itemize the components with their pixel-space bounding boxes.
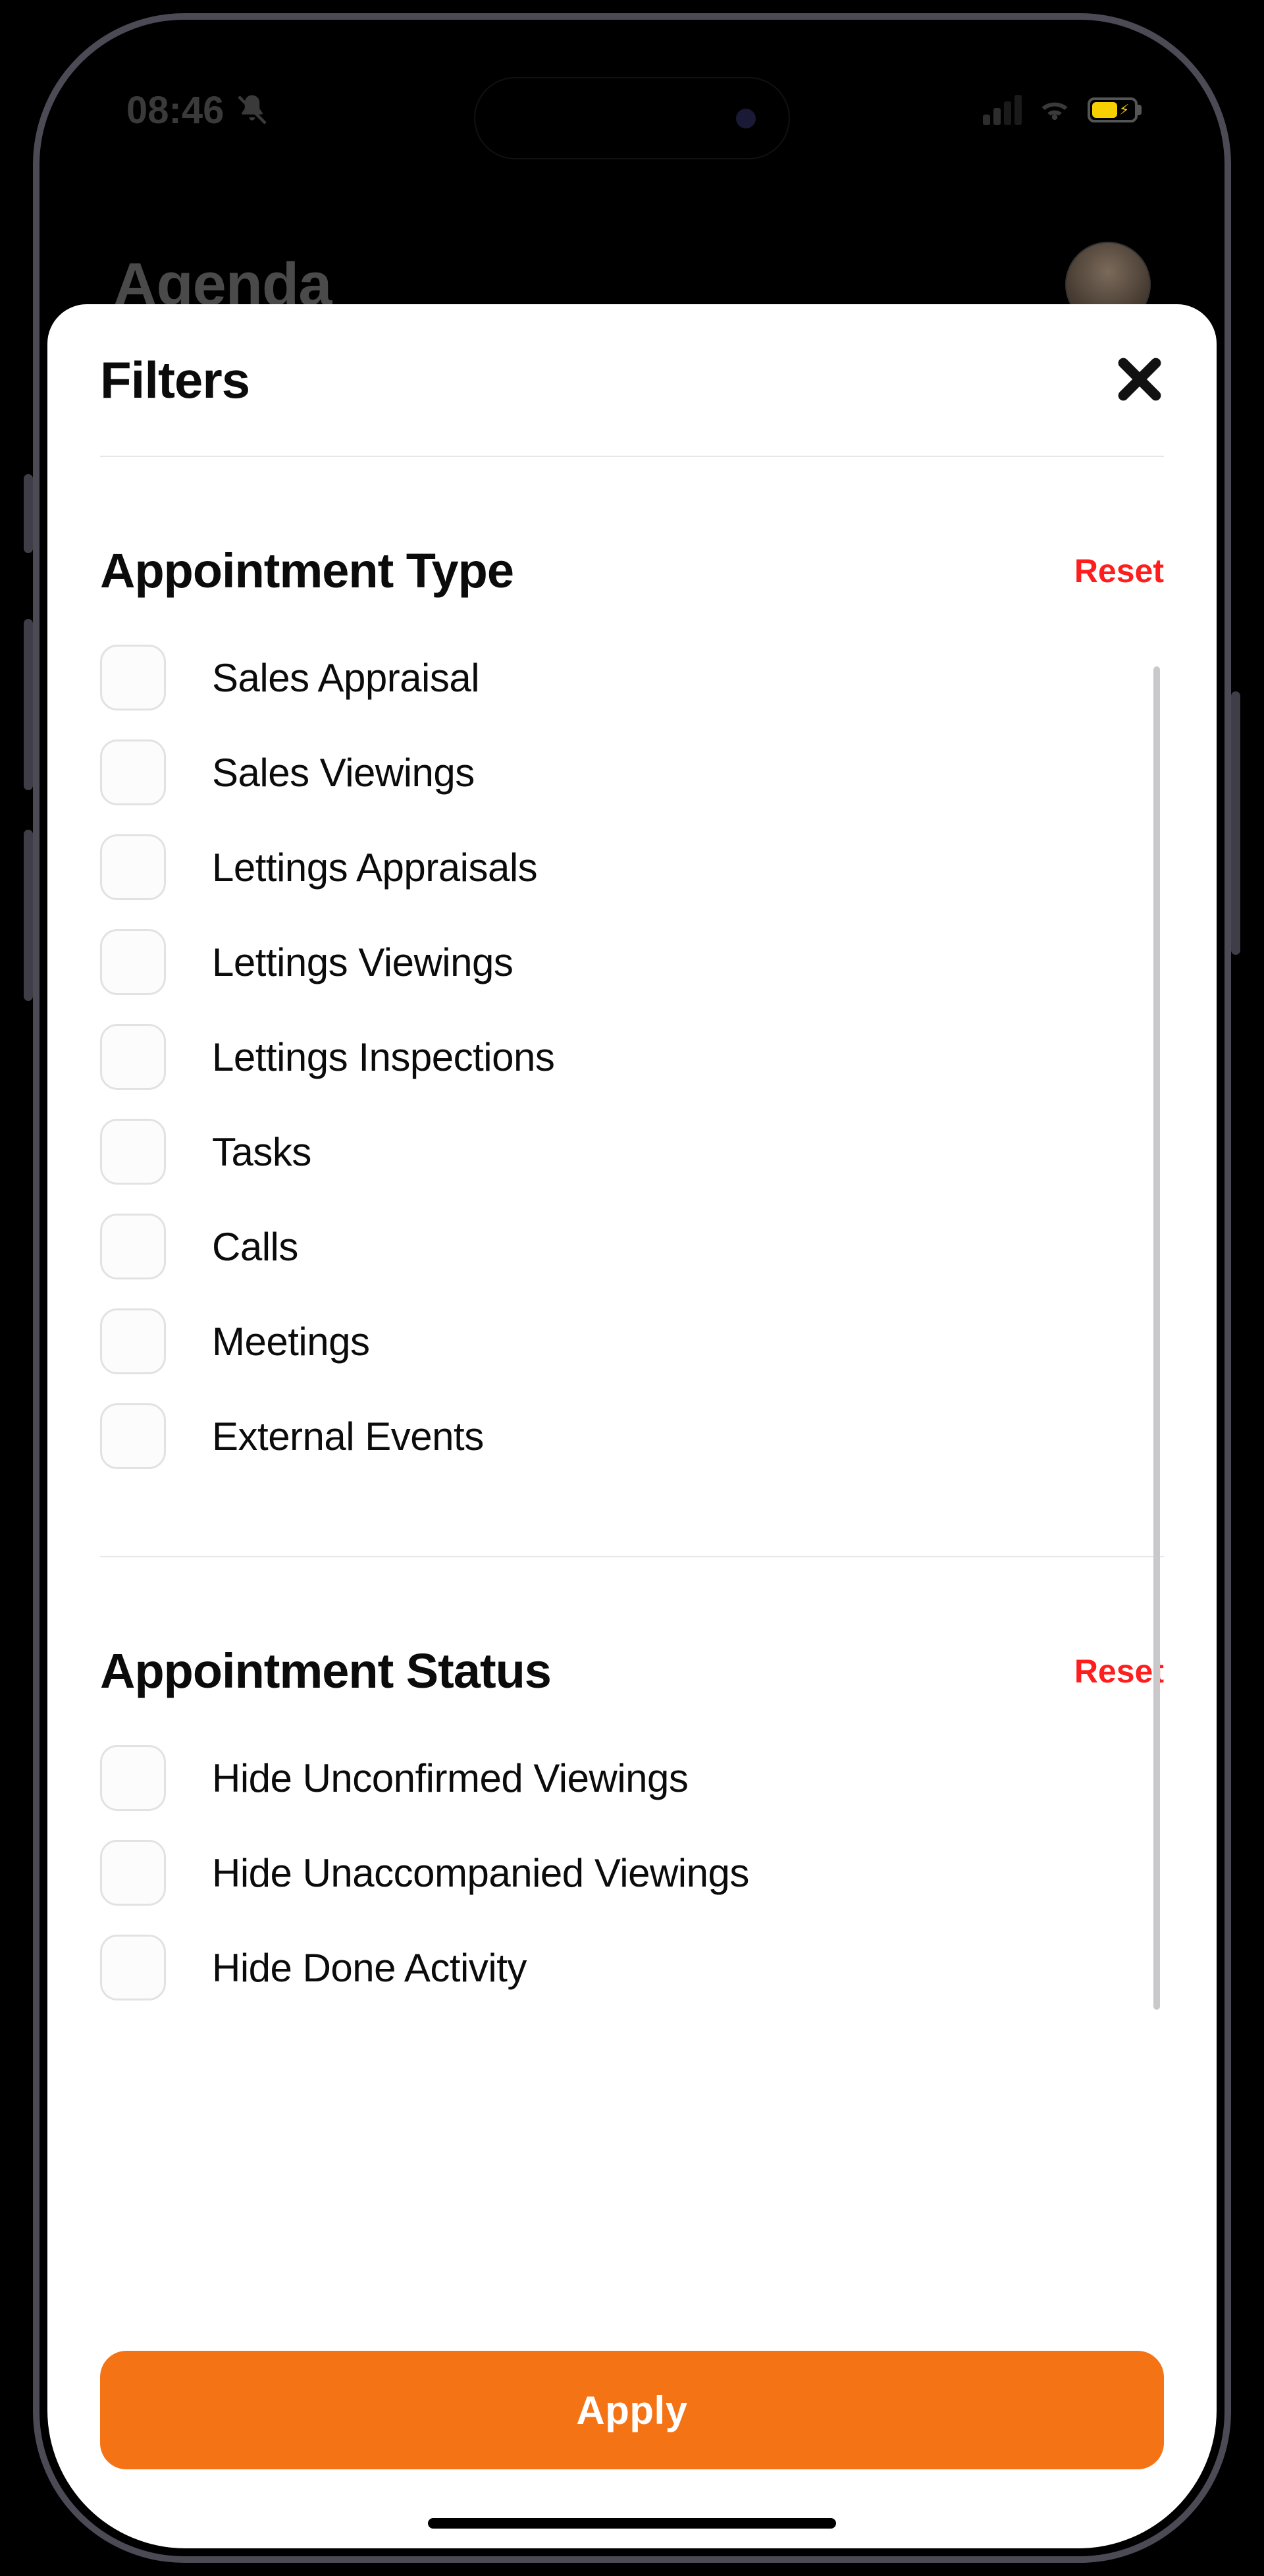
checkbox[interactable]: [100, 1214, 166, 1279]
option-label: Sales Appraisal: [212, 655, 479, 701]
option-label: Hide Unconfirmed Viewings: [212, 1756, 688, 1801]
checkbox[interactable]: [100, 1024, 166, 1090]
phone-volume-up: [24, 619, 33, 790]
section-header: Appointment Type Reset: [100, 543, 1164, 599]
charging-bolt-icon: ⚡︎: [1119, 101, 1129, 119]
option-label: Calls: [212, 1224, 298, 1270]
phone-screen: 08:46 ⚡︎ Agenda: [47, 28, 1217, 2548]
option-label: Tasks: [212, 1129, 311, 1175]
close-button[interactable]: [1115, 355, 1164, 406]
option-label: Lettings Viewings: [212, 940, 513, 985]
sheet-header: Filters: [100, 304, 1164, 456]
option-row[interactable]: Tasks: [100, 1104, 1164, 1199]
option-row[interactable]: Hide Done Activity: [100, 1920, 1164, 2015]
option-row[interactable]: Meetings: [100, 1294, 1164, 1389]
phone-volume-down: [24, 830, 33, 1001]
option-list: Hide Unconfirmed Viewings Hide Unaccompa…: [100, 1731, 1164, 2015]
option-row[interactable]: Hide Unaccompanied Viewings: [100, 1825, 1164, 1920]
option-row[interactable]: Calls: [100, 1199, 1164, 1294]
option-label: Meetings: [212, 1319, 369, 1364]
apply-bar: Apply: [100, 2324, 1164, 2548]
checkbox[interactable]: [100, 1935, 166, 2000]
silent-mode-icon: [234, 92, 270, 128]
section-title: Appointment Type: [100, 543, 514, 599]
option-label: Hide Done Activity: [212, 1945, 527, 1991]
checkbox[interactable]: [100, 1308, 166, 1374]
apply-button[interactable]: Apply: [100, 2351, 1164, 2469]
close-icon: [1115, 355, 1164, 404]
checkbox[interactable]: [100, 1745, 166, 1811]
checkbox[interactable]: [100, 929, 166, 995]
checkbox[interactable]: [100, 1403, 166, 1469]
status-right: ⚡︎: [983, 95, 1138, 125]
option-row[interactable]: Lettings Inspections: [100, 1009, 1164, 1104]
option-row[interactable]: Hide Unconfirmed Viewings: [100, 1731, 1164, 1825]
option-list: Sales Appraisal Sales Viewings Lettings …: [100, 630, 1164, 1484]
phone-frame: 08:46 ⚡︎ Agenda: [33, 13, 1231, 2563]
home-indicator[interactable]: [428, 2518, 836, 2529]
option-row[interactable]: Sales Viewings: [100, 725, 1164, 820]
option-label: Sales Viewings: [212, 750, 475, 795]
checkbox[interactable]: [100, 645, 166, 711]
option-row[interactable]: Lettings Viewings: [100, 915, 1164, 1009]
checkbox[interactable]: [100, 1840, 166, 1906]
section-appointment-status: Appointment Status Reset Hide Unconfirme…: [100, 1557, 1164, 2015]
checkbox[interactable]: [100, 834, 166, 900]
option-label: Lettings Inspections: [212, 1034, 554, 1080]
reset-button[interactable]: Reset: [1074, 552, 1164, 590]
sheet-title: Filters: [100, 350, 250, 410]
option-label: Lettings Appraisals: [212, 845, 537, 890]
option-label: Hide Unaccompanied Viewings: [212, 1850, 749, 1896]
section-title: Appointment Status: [100, 1643, 551, 1699]
wifi-icon: [1038, 97, 1072, 123]
battery-icon: ⚡︎: [1088, 97, 1138, 122]
cellular-icon: [983, 95, 1022, 125]
option-row[interactable]: External Events: [100, 1389, 1164, 1484]
dynamic-island: [474, 77, 790, 159]
option-row[interactable]: Sales Appraisal: [100, 630, 1164, 725]
filters-sheet: Filters Appointment Type Reset: [47, 304, 1217, 2548]
checkbox[interactable]: [100, 739, 166, 805]
section-appointment-type: Appointment Type Reset Sales Appraisal S…: [100, 457, 1164, 1484]
status-time: 08:46: [126, 88, 224, 132]
reset-button[interactable]: Reset: [1074, 1652, 1164, 1690]
option-row[interactable]: Lettings Appraisals: [100, 820, 1164, 915]
phone-side-button: [24, 474, 33, 553]
phone-power-button: [1231, 691, 1240, 955]
status-left: 08:46: [126, 88, 270, 132]
option-label: External Events: [212, 1414, 484, 1459]
sheet-body: Appointment Type Reset Sales Appraisal S…: [100, 456, 1164, 2324]
section-header: Appointment Status Reset: [100, 1643, 1164, 1699]
scroll-indicator[interactable]: [1153, 666, 1160, 2010]
camera-dot-icon: [736, 109, 756, 128]
checkbox[interactable]: [100, 1119, 166, 1185]
